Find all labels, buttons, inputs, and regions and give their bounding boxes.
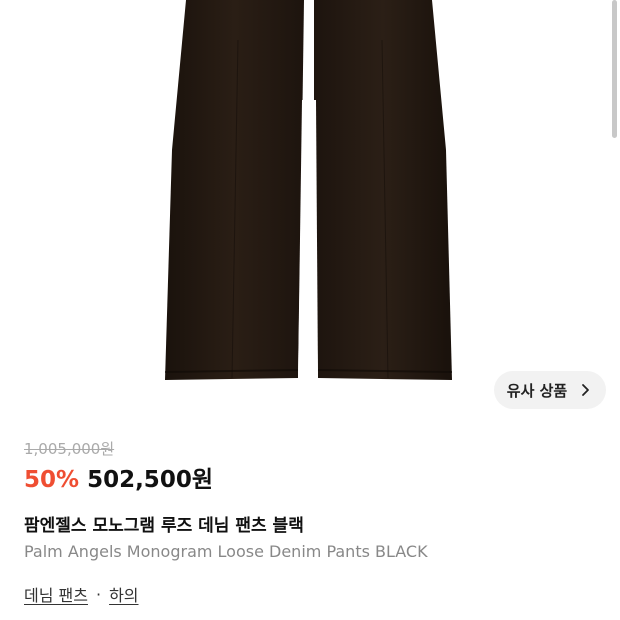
- breadcrumb-bottoms[interactable]: 하의: [109, 582, 138, 606]
- similar-products-label: 유사 상품: [506, 381, 568, 400]
- discount-rate: 50%: [24, 467, 80, 493]
- sale-price: 502,500원: [87, 467, 213, 493]
- scrollbar-thumb[interactable]: [612, 0, 617, 138]
- price-row: 50% 502,500원: [24, 460, 213, 494]
- breadcrumb-denim-pants[interactable]: 데님 팬츠: [24, 582, 88, 606]
- product-title-english: Palm Angels Monogram Loose Denim Pants B…: [24, 542, 428, 561]
- breadcrumb-separator: ·: [95, 584, 102, 604]
- breadcrumb: 데님 팬츠 · 하의: [24, 582, 139, 606]
- pants-illustration: [164, 0, 453, 380]
- product-image[interactable]: [0, 0, 620, 424]
- original-price: 1,005,000원: [24, 440, 115, 458]
- similar-products-button[interactable]: 유사 상품: [494, 371, 606, 409]
- product-title-korean: 팜엔젤스 모노그램 루즈 데님 팬츠 블랙: [24, 516, 304, 536]
- chevron-right-icon: [582, 384, 590, 396]
